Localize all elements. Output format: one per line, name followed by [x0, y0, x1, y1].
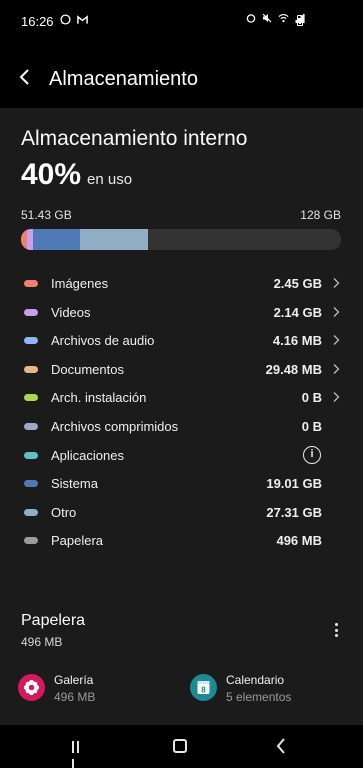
category-color-dot — [24, 508, 38, 516]
category-value: 0 B — [301, 390, 322, 406]
calendar-icon: 8 — [190, 674, 217, 701]
storage-category-row: Sistema 19.01 GB — [0, 470, 363, 498]
category-value: 4.16 MB — [272, 333, 322, 349]
category-value: 29.48 MB — [265, 361, 322, 377]
category-color-dot — [24, 451, 38, 459]
category-label: Sistema — [51, 476, 98, 492]
status-bar: 16:26 — [0, 0, 363, 44]
usage-percent-label: en uso — [87, 171, 133, 188]
calendar-icon-badge: 8 — [201, 686, 206, 695]
category-color-dot — [24, 280, 38, 287]
category-label: Documentos — [51, 361, 124, 377]
whatsapp-icon — [60, 14, 71, 25]
usage-bar-segment — [79, 229, 149, 250]
storage-category-row: Papelera 496 MB — [0, 527, 363, 555]
category-label: Papelera — [51, 533, 104, 549]
category-color-dot — [24, 308, 38, 316]
category-label: Videos — [51, 304, 91, 320]
gallery-icon — [18, 674, 45, 701]
navigation-bar — [0, 725, 363, 768]
storage-category-row: Otro 27.31 GB — [0, 499, 363, 527]
alarm-icon — [246, 14, 256, 23]
used-amount: 51.43 GB — [21, 208, 72, 222]
trash-app-size: 496 MB — [54, 690, 96, 704]
app-header: Almacenamiento — [0, 44, 363, 108]
storage-category-row[interactable]: Arch. instalación 0 B — [0, 384, 363, 412]
status-time: 16:26 — [21, 14, 54, 29]
trash-section-size: 496 MB — [21, 635, 63, 649]
total-amount: 128 GB — [300, 208, 341, 222]
trash-app-count: 5 elementos — [226, 690, 292, 704]
category-value: 496 MB — [276, 533, 322, 549]
storage-category-row[interactable]: Videos 2.14 GB — [0, 299, 363, 327]
home-button[interactable] — [173, 739, 187, 753]
category-value: 19.01 GB — [266, 476, 322, 492]
chevron-right-icon — [333, 363, 340, 374]
storage-section-title: Almacenamiento interno — [21, 127, 248, 150]
trash-app-name: Calendario — [226, 673, 285, 687]
page-title: Almacenamiento — [49, 68, 198, 90]
category-color-dot — [24, 480, 38, 488]
category-label: Archivos comprimidos — [51, 419, 179, 434]
more-options-icon[interactable] — [333, 623, 339, 639]
category-value: 2.14 GB — [273, 304, 322, 320]
gmail-icon — [77, 15, 88, 24]
category-label: Aplicaciones — [51, 447, 124, 463]
storage-usage-bar — [21, 229, 341, 250]
wifi-icon — [278, 13, 289, 23]
recent-apps-button[interactable] — [72, 740, 86, 768]
chevron-right-icon — [333, 306, 340, 317]
category-label: Imágenes — [51, 276, 109, 291]
category-color-dot — [24, 394, 38, 402]
category-label: Otro — [51, 504, 77, 520]
trash-app-gallery[interactable]: Galería 496 MB — [18, 670, 168, 710]
category-value: 2.45 GB — [273, 276, 322, 291]
category-label: Arch. instalación — [51, 390, 147, 406]
storage-category-row: Archivos comprimidos 0 B — [0, 413, 363, 441]
nav-back-button[interactable] — [275, 738, 287, 754]
storage-category-row[interactable]: Aplicaciones i — [0, 442, 363, 470]
storage-category-row[interactable]: Imágenes 2.45 GB — [0, 270, 363, 298]
back-arrow-icon[interactable] — [16, 68, 34, 86]
category-color-dot — [24, 337, 38, 345]
chevron-right-icon — [333, 278, 340, 288]
usage-percent: 40% — [21, 158, 82, 191]
chevron-right-icon — [333, 392, 340, 403]
chevron-right-icon — [333, 335, 340, 346]
info-icon[interactable]: i — [303, 445, 321, 464]
trash-section-title: Papelera — [21, 612, 86, 629]
storage-content: Almacenamiento interno 40% en uso 51.43 G… — [0, 108, 363, 725]
category-color-dot — [24, 423, 38, 430]
usage-bar-segment — [32, 229, 80, 250]
trash-app-calendar[interactable]: 8 Calendario 5 elementos — [190, 670, 340, 710]
category-value: 27.31 GB — [266, 504, 322, 520]
category-color-dot — [24, 537, 38, 545]
category-color-dot — [24, 365, 38, 373]
mute-icon — [262, 13, 272, 23]
category-label: Archivos de audio — [51, 333, 155, 349]
usage-percent-row: 40% en uso — [21, 158, 132, 192]
battery-icon — [297, 15, 303, 26]
storage-category-row[interactable]: Archivos de audio 4.16 MB — [0, 327, 363, 355]
trash-app-name: Galería — [54, 673, 94, 687]
category-value: 0 B — [301, 419, 322, 434]
notification-icons — [60, 14, 88, 27]
storage-category-row[interactable]: Documentos 29.48 MB — [0, 356, 363, 384]
